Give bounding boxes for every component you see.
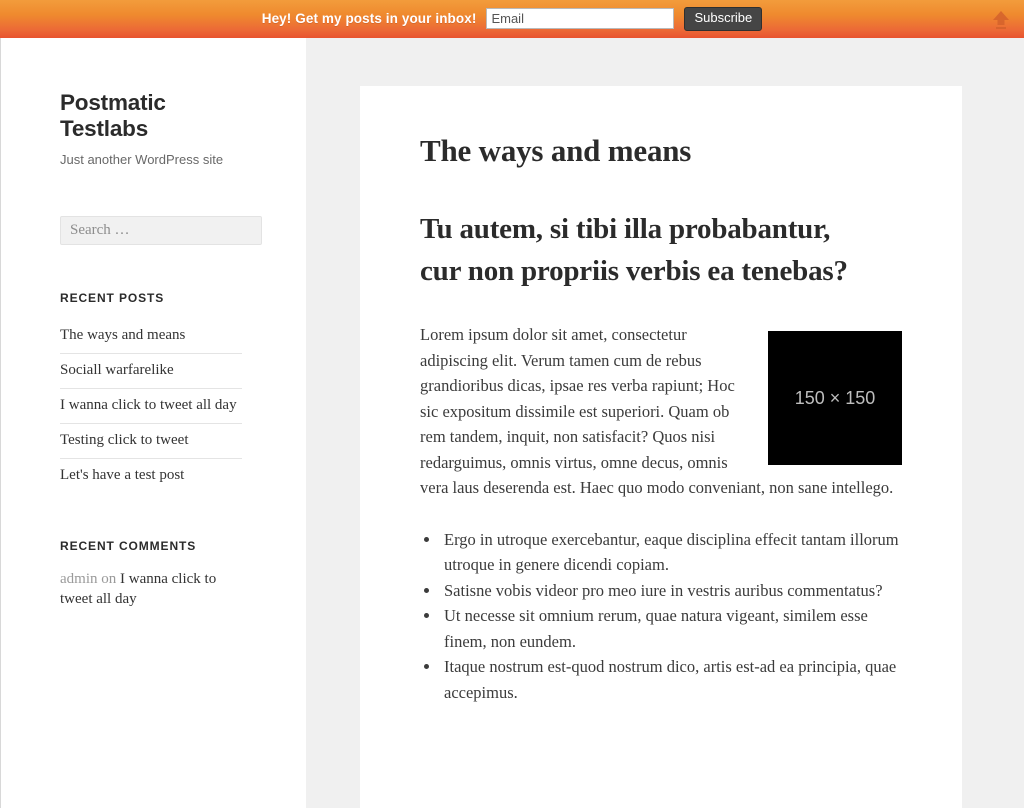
recent-posts-title: RECENT POSTS [60, 291, 165, 305]
sidebar-post-link-1[interactable]: Sociall warfarelike [60, 354, 242, 388]
list-item: Let's have a test post [60, 459, 242, 493]
list-item: I wanna click to tweet all day [60, 389, 242, 424]
comment-connector: on [97, 571, 120, 587]
list-item: admin on I wanna click to tweet all day [60, 569, 240, 609]
list-item: The ways and means [60, 319, 242, 354]
sidebar-header: Postmatic Testlabs Just another WordPres… [1, 90, 306, 168]
sidebar: Postmatic Testlabs Just another WordPres… [1, 38, 306, 808]
thumbnail-label: 150 × 150 [794, 387, 876, 408]
list-item: Satisne vobis videor pro meo iure in ves… [441, 578, 902, 604]
entry-bullet-list: Ergo in utroque exercebantur, eaque disc… [420, 527, 902, 706]
content-gutter [306, 38, 360, 808]
sidebar-post-link-0[interactable]: The ways and means [60, 319, 242, 353]
list-item: Sociall warfarelike [60, 354, 242, 389]
list-item: Ergo in utroque exercebantur, eaque disc… [441, 527, 902, 578]
recent-posts-list: The ways and means Sociall warfarelike I… [60, 319, 242, 493]
subscribe-bar: Hey! Get my posts in your inbox! Subscri… [0, 0, 1024, 38]
content-card: The ways and means Tu autem, si tibi ill… [360, 86, 962, 808]
page-body: Postmatic Testlabs Just another WordPres… [0, 38, 1024, 808]
recent-posts-widget: RECENT POSTS The ways and means Sociall … [1, 291, 306, 493]
page-title: The ways and means [420, 133, 692, 168]
email-input[interactable] [486, 8, 675, 30]
comment-author[interactable]: admin [60, 571, 98, 587]
list-item: Itaque nostrum est-quod nostrum dico, ar… [441, 654, 902, 705]
recent-comments-widget: RECENT COMMENTS admin on I wanna click t… [1, 539, 306, 609]
sidebar-post-link-3[interactable]: Testing click to tweet [60, 424, 242, 458]
site-title[interactable]: Postmatic Testlabs [60, 90, 200, 142]
search-input[interactable] [60, 216, 262, 245]
subscribe-bar-message: Hey! Get my posts in your inbox! [261, 11, 477, 27]
list-item: Testing click to tweet [60, 424, 242, 459]
thumbnail-placeholder: 150 × 150 [768, 331, 902, 465]
subscribe-button[interactable]: Subscribe [684, 7, 763, 31]
subscribe-bar-inner: Hey! Get my posts in your inbox! Subscri… [261, 7, 763, 31]
entry-subtitle: Tu autem, si tibi illa probabantur, cur … [420, 213, 848, 287]
arrow-up-icon[interactable] [988, 8, 1014, 30]
sidebar-post-link-4[interactable]: Let's have a test post [60, 459, 242, 493]
site-description: Just another WordPress site [60, 152, 224, 167]
list-item: Ut necesse sit omnium rerum, quae natura… [441, 603, 902, 654]
recent-comments-title: RECENT COMMENTS [60, 539, 197, 553]
search-widget [1, 216, 306, 245]
sidebar-post-link-2[interactable]: I wanna click to tweet all day [60, 389, 242, 423]
